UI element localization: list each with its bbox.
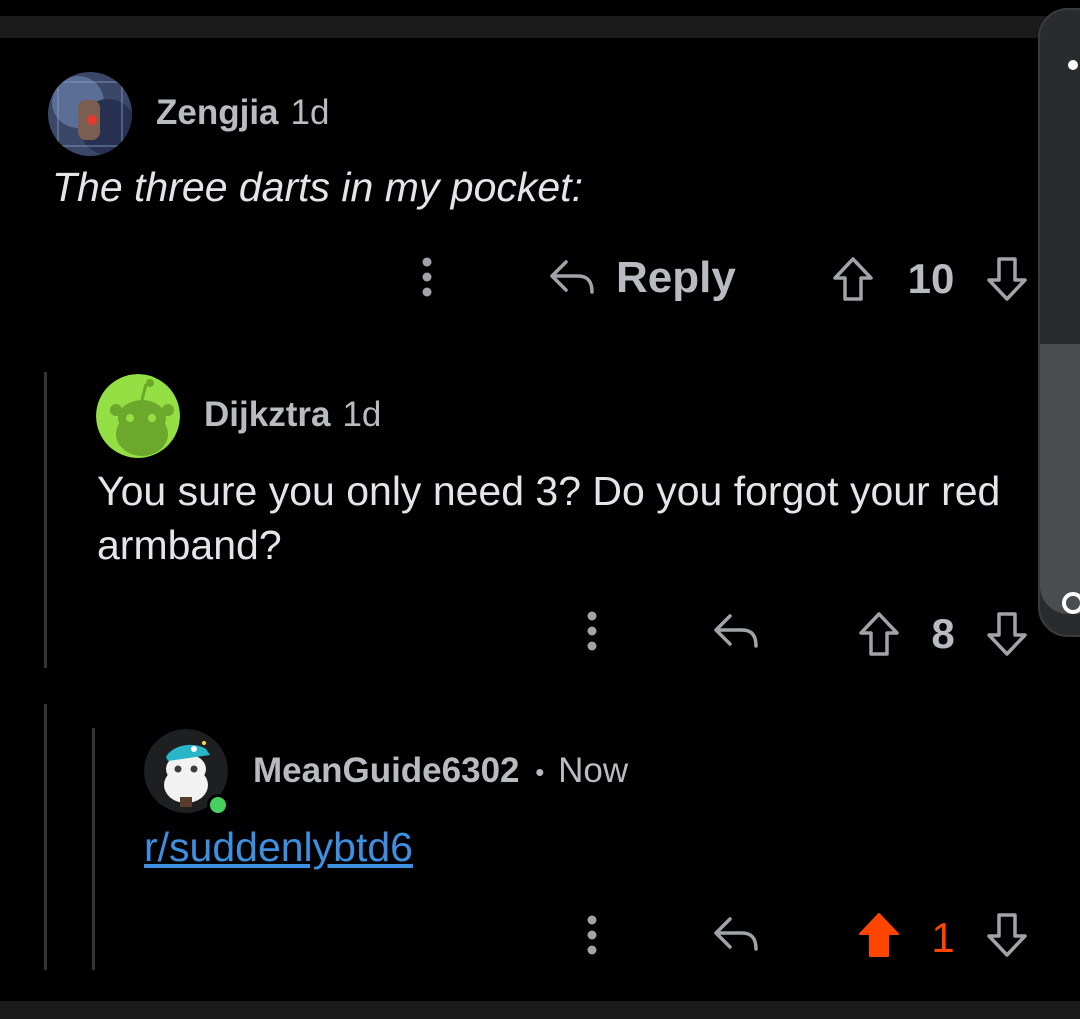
author-name[interactable]: Zengjia [156,93,279,132]
comment-body: You sure you only need 3? Do you forgot … [97,468,1001,568]
downvote-arrow-icon [987,612,1027,656]
bottom-divider [0,1001,1080,1019]
scroll-ring-icon [1062,592,1080,614]
avatar[interactable] [48,72,132,156]
comment-thread: Zengjia 1d The three darts in my pocket: … [0,0,1080,1019]
comment-age: Now [558,751,629,790]
downvote-arrow-icon [987,913,1027,957]
thread-line[interactable] [92,728,95,970]
reply-button[interactable]: Reply [548,248,736,308]
scroll-handle-lower [1040,344,1080,614]
vote-score: 10 [907,255,955,302]
downvote-button[interactable] [984,910,1030,960]
more-button[interactable] [570,910,614,960]
upvote-button[interactable] [830,255,876,303]
comment-author[interactable]: Zengjia 1d [156,93,329,133]
comment-author[interactable]: MeanGuide6302 • Now [253,751,628,791]
reply-arrow-icon [714,614,758,648]
online-status-dot [207,794,229,816]
meta-separator: • [535,757,545,788]
more-button[interactable] [405,252,449,302]
more-button[interactable] [570,606,614,656]
upvote-arrow-icon [859,612,899,656]
thread-line[interactable] [44,372,47,668]
upvote-arrow-icon [833,257,873,301]
more-vertical-icon [422,257,432,297]
upvote-button[interactable] [856,910,902,960]
downvote-button[interactable] [984,610,1030,658]
fast-scroll-handle[interactable] [1038,8,1080,637]
reply-button[interactable] [710,913,762,957]
top-divider [0,16,1080,38]
avatar[interactable] [96,374,180,458]
author-name[interactable]: Dijkztra [204,395,330,434]
scroll-dot-icon [1068,60,1078,70]
comment-body: The three darts in my pocket: [52,164,583,210]
reply-arrow-icon [714,917,758,951]
more-vertical-icon [587,611,597,651]
comment-body: r/suddenlybtd6 [144,820,413,874]
subreddit-link[interactable]: r/suddenlybtd6 [144,824,413,870]
thread-line[interactable] [44,704,47,970]
comment-age: 1d [342,395,382,434]
reply-label: Reply [616,253,736,302]
vote-score: 1 [931,914,955,961]
upvote-button[interactable] [856,610,902,658]
comment-author[interactable]: Dijkztra 1d [204,395,381,435]
reply-button[interactable] [710,610,762,654]
author-name[interactable]: MeanGuide6302 [253,751,520,790]
more-vertical-icon [587,915,597,955]
vote-score: 8 [931,610,955,657]
reply-arrow-icon [550,260,594,294]
downvote-button[interactable] [984,255,1030,303]
downvote-arrow-icon [987,257,1027,301]
upvote-arrow-icon [859,913,899,957]
comment-age: 1d [290,93,330,132]
